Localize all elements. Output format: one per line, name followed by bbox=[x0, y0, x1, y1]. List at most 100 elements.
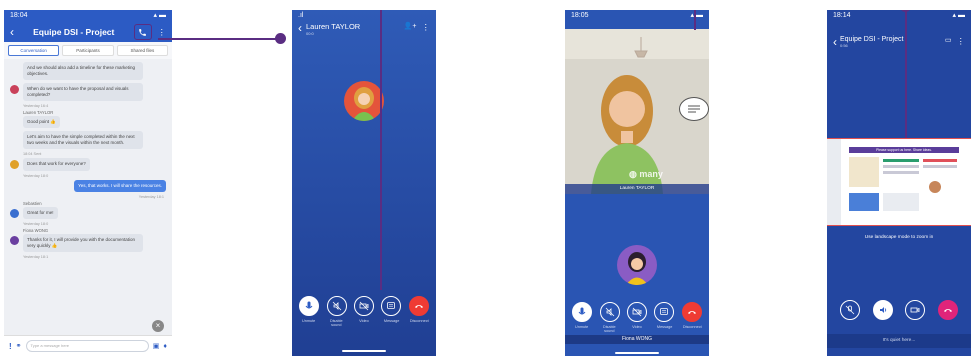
status-bar: 18:04 ▴ ▬ bbox=[4, 10, 172, 22]
phone-screen-share: 18:14 ▴ ▬ ‹ Equipe DSI - Project 0:56 ▭ … bbox=[827, 10, 971, 356]
status-time: 18:04 bbox=[10, 12, 28, 19]
phone-video-call-screen: 18:05 ▴ ▬ ◍ many Lauren TAYLOR Unmute Di… bbox=[565, 10, 709, 356]
list-item: Does that work for everyone? bbox=[10, 158, 166, 171]
message-meta: Yesterday 18:0 bbox=[23, 173, 49, 178]
message-button[interactable] bbox=[381, 296, 402, 316]
label-unmute: Unmute bbox=[575, 325, 589, 329]
status-time: 18:14 bbox=[833, 12, 851, 19]
message-meta: Yesterday 18:1 bbox=[23, 254, 49, 259]
back-icon[interactable]: ‹ bbox=[298, 22, 302, 34]
chat-header: 18:04 ▴ ▬ ‹ Equipe DSI - Project ⋮ bbox=[4, 10, 172, 42]
video-off-button[interactable] bbox=[353, 296, 374, 316]
avatar bbox=[10, 235, 19, 245]
tab-shared-files[interactable]: Shared files bbox=[116, 45, 168, 56]
list-item: Great for me! bbox=[10, 206, 166, 219]
self-name-bar: Fiona WONG bbox=[565, 335, 709, 344]
callout-line bbox=[380, 10, 382, 290]
home-indicator bbox=[615, 352, 659, 354]
more-menu-icon[interactable]: ⋮ bbox=[957, 36, 966, 47]
signal-wifi-icon: ▴ ▬ bbox=[153, 12, 166, 19]
call-control-labels: Unmute Disable sound Video Message Disco… bbox=[292, 319, 436, 327]
speaker-button[interactable] bbox=[872, 300, 893, 320]
close-icon[interactable]: × bbox=[152, 320, 164, 332]
shared-screen: Please support us here. Share ideas. bbox=[827, 138, 971, 226]
message-input[interactable]: Type a message here bbox=[25, 340, 149, 352]
video-off-button[interactable] bbox=[626, 302, 647, 322]
person-avatar-icon bbox=[626, 252, 648, 285]
speaker-off-button[interactable] bbox=[599, 302, 620, 322]
message-sender: Sebastien bbox=[23, 200, 42, 206]
person-avatar-icon bbox=[352, 87, 376, 121]
message-list: And we should also add a timeline for th… bbox=[4, 59, 172, 264]
message-meta: Yesterday 18:0 bbox=[23, 221, 49, 226]
more-menu-icon[interactable]: ⋮ bbox=[422, 22, 431, 33]
shared-screen-content bbox=[849, 157, 959, 217]
label-video: Video bbox=[632, 325, 642, 329]
label-disable-sound: Disable sound bbox=[329, 319, 343, 327]
list-item: Let's aim to have the simple completed w… bbox=[10, 131, 166, 150]
label-disconnect: Disconnect bbox=[409, 319, 429, 323]
callout-line bbox=[158, 38, 280, 40]
avatar bbox=[10, 85, 19, 95]
status-time: 18:05 bbox=[571, 12, 589, 19]
avatar bbox=[10, 160, 19, 170]
message-text: Good point 👍 bbox=[23, 116, 60, 129]
signal-wifi-icon: ▴ ▬ bbox=[952, 12, 965, 19]
message-button[interactable] bbox=[654, 302, 675, 322]
list-item: Yes, that works. I will share the resour… bbox=[10, 179, 166, 192]
phone-audio-call-screen: .ıl ‹ Lauren TAYLOR 00:0 👤+ ⋮ Unmute Dis… bbox=[292, 10, 436, 356]
conversation-title: Equipe DSI - Project bbox=[840, 36, 904, 43]
list-item: When do we want to have the proposal and… bbox=[10, 83, 166, 102]
callout-line bbox=[905, 10, 907, 138]
back-icon[interactable]: ‹ bbox=[833, 36, 837, 48]
microphone-button[interactable] bbox=[299, 296, 320, 316]
self-avatar bbox=[617, 245, 657, 285]
call-duration: 00:0 bbox=[306, 31, 314, 36]
message-text: Thanks for it, I will provide you with t… bbox=[23, 233, 143, 252]
speaker-off-button[interactable] bbox=[326, 296, 347, 316]
camera-icon[interactable]: ▣ bbox=[153, 342, 160, 350]
shared-screen-header: Please support us here. Share ideas. bbox=[849, 147, 959, 153]
phone-call-icon[interactable] bbox=[133, 24, 152, 40]
label-message: Message bbox=[656, 325, 673, 329]
message-meta: 18:04 Sent bbox=[23, 152, 42, 157]
mute-button[interactable] bbox=[839, 300, 860, 320]
hangup-button[interactable] bbox=[408, 296, 429, 316]
label-disable-sound: Disable sound bbox=[602, 325, 616, 333]
microphone-icon[interactable]: ♦ bbox=[163, 343, 167, 350]
hangup-button[interactable] bbox=[938, 300, 959, 320]
message-text: Great for me! bbox=[23, 206, 58, 219]
message-sender: Lauren TAYLOR bbox=[23, 110, 54, 116]
message-sender: Fiona WONG bbox=[23, 227, 49, 233]
tab-conversation[interactable]: Conversation bbox=[8, 45, 60, 56]
message-meta: Yesterday 16:4 bbox=[23, 104, 49, 109]
label-disconnect: Disconnect bbox=[682, 325, 702, 329]
message-input-bar: ! ⚭ Type a message here ▣ ♦ bbox=[4, 335, 172, 356]
avatar bbox=[10, 208, 19, 218]
hangup-button[interactable] bbox=[681, 302, 702, 322]
chat-tabs: Conversation Participants Shared files bbox=[4, 42, 172, 59]
phone-chat-screen: 18:04 ▴ ▬ ‹ Equipe DSI - Project ⋮ Conve… bbox=[4, 10, 172, 356]
footer-text: It's quiet here... bbox=[827, 334, 971, 348]
callout-dot bbox=[275, 33, 286, 44]
message-text: And we should also add a timeline for th… bbox=[23, 62, 143, 81]
link-icon[interactable]: ⚭ bbox=[16, 342, 22, 350]
label-video: Video bbox=[359, 319, 369, 323]
status-bar: 18:05 ▴ ▬ bbox=[565, 10, 709, 22]
message-text: Does that work for everyone? bbox=[23, 158, 90, 171]
conversation-title: Equipe DSI - Project bbox=[33, 27, 115, 37]
microphone-button[interactable] bbox=[572, 302, 593, 322]
caller-avatar bbox=[344, 81, 384, 121]
status-bar: .ıl bbox=[292, 10, 436, 22]
callout-line bbox=[694, 10, 696, 30]
list-item: Thanks for it, I will provide you with t… bbox=[10, 233, 166, 252]
screen-icon[interactable]: ▭ bbox=[945, 36, 952, 44]
message-text: When do we want to have the proposal and… bbox=[23, 83, 143, 102]
video-button[interactable] bbox=[905, 300, 926, 320]
attachment-icon[interactable]: ! bbox=[9, 342, 12, 351]
call-controls bbox=[565, 302, 709, 322]
caller-name: Lauren TAYLOR bbox=[306, 22, 361, 31]
more-menu-icon[interactable]: ⋮ bbox=[158, 27, 167, 38]
tab-participants[interactable]: Participants bbox=[62, 45, 114, 56]
add-participant-icon[interactable]: 👤+ bbox=[404, 22, 417, 30]
